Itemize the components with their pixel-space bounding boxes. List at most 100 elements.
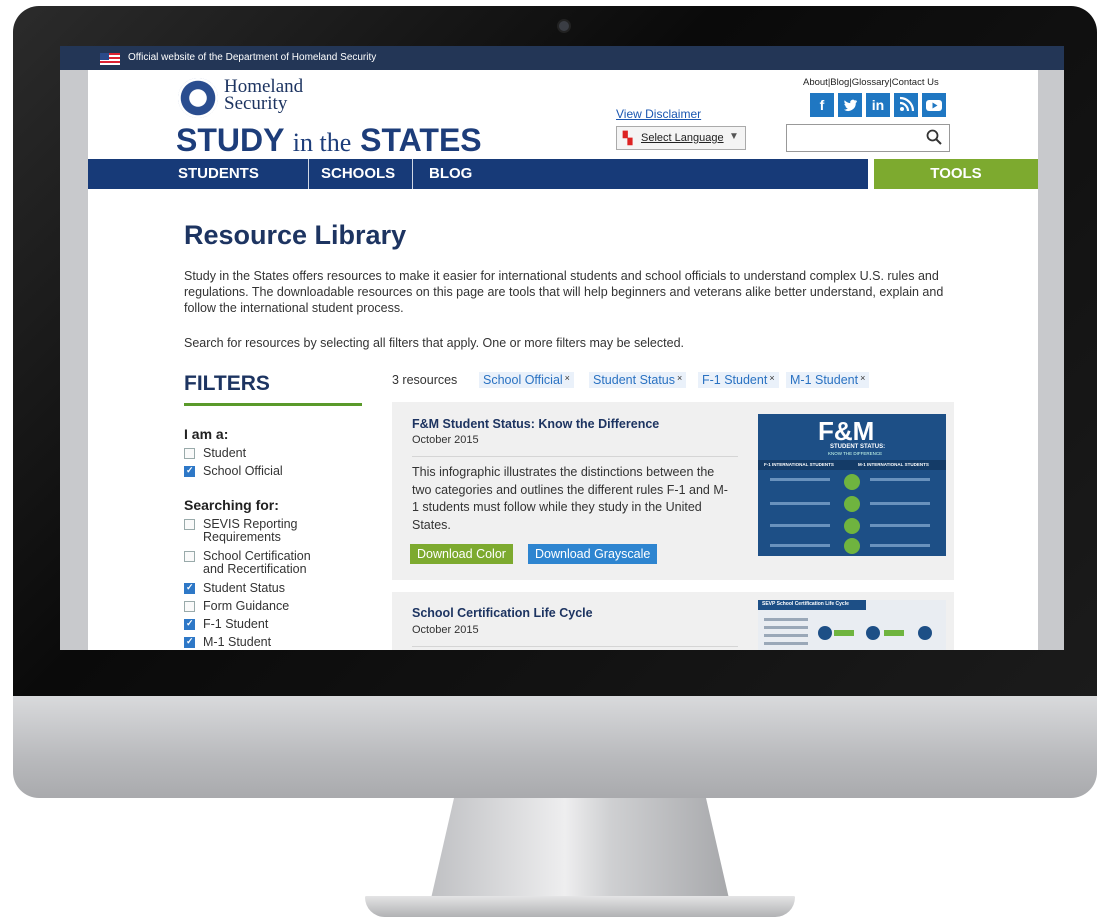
thumb-big-text: SEVP School Certification Life Cycle [762, 601, 849, 607]
nav-divider [412, 159, 413, 189]
agency-name[interactable]: Homeland Security [224, 77, 303, 114]
twitter-icon[interactable] [838, 93, 862, 117]
resource-date: October 2015 [412, 624, 479, 636]
checkbox[interactable] [184, 581, 195, 594]
download-grayscale-button[interactable]: Download Grayscale [528, 544, 658, 564]
thumb-text-line [870, 544, 930, 547]
thumb-text-line [764, 642, 808, 645]
search-input[interactable] [786, 124, 950, 152]
close-icon[interactable]: × [769, 373, 774, 383]
checkbox[interactable] [184, 601, 195, 612]
checkbox[interactable] [184, 519, 195, 530]
filter-hint: Search for resources by selecting all fi… [184, 336, 684, 350]
monitor-foot [365, 896, 795, 917]
thumb-circle-icon [844, 518, 860, 534]
filter-option-label: Student Status [203, 581, 286, 595]
active-filter-chip[interactable]: School Official × [479, 372, 574, 388]
filter-option-label: Student [203, 446, 247, 460]
filters-divider [184, 403, 362, 406]
utility-link-glossary[interactable]: Glossary [852, 77, 889, 88]
resource-thumbnail[interactable]: F&M STUDENT STATUS: KNOW THE DIFFERENCE … [758, 414, 946, 556]
utility-link-contact[interactable]: Contact Us [892, 77, 939, 88]
filter-option-label: School Official [203, 464, 283, 478]
filters-heading: FILTERS [184, 372, 270, 395]
resource-title[interactable]: F&M Student Status: Know the Difference [412, 417, 659, 431]
thumb-text-line [870, 502, 930, 505]
us-flag-icon [100, 53, 120, 65]
checkbox[interactable] [184, 448, 195, 459]
site-logo[interactable]: STUDY in the STATES [176, 122, 482, 159]
close-icon[interactable]: × [677, 373, 682, 383]
thumb-text-line [770, 524, 830, 527]
filter-option-label: SEVIS Reporting Requirements [203, 517, 298, 544]
agency-line-2: Security [224, 93, 288, 114]
thumb-circle-icon [844, 474, 860, 490]
nav-divider [308, 159, 309, 189]
thumb-text-line [770, 502, 830, 505]
facebook-icon[interactable]: f [810, 93, 834, 117]
monitor-chin [13, 696, 1097, 798]
close-icon[interactable]: × [860, 373, 865, 383]
thumb-text-line [764, 634, 808, 637]
language-select[interactable]: ▚ Select Language ▼ [616, 126, 746, 150]
language-select-label: Select Language [641, 132, 724, 144]
utility-link-about[interactable]: About [803, 77, 828, 88]
chip-label: M-1 Student [790, 373, 859, 387]
thumb-text-line [770, 478, 830, 481]
checkbox[interactable] [184, 635, 195, 648]
thumb-col1: F-1 INTERNATIONAL STUDENTS [764, 462, 834, 467]
chevron-down-icon: ▼ [729, 131, 739, 142]
utility-link-blog[interactable]: Blog [830, 77, 849, 88]
logo-inthe: in the [292, 128, 352, 157]
download-color-button[interactable]: Download Color [410, 544, 513, 564]
chip-label: F-1 Student [702, 373, 768, 387]
active-filter-chip[interactable]: Student Status × [589, 372, 687, 388]
view-disclaimer-link[interactable]: View Disclaimer [616, 107, 701, 121]
thumb-circle-icon [866, 626, 880, 640]
checkbox[interactable] [184, 464, 195, 477]
nav-blog[interactable]: BLOG [429, 159, 472, 189]
thumb-text-line [870, 524, 930, 527]
nav-schools[interactable]: SCHOOLS [321, 159, 395, 189]
thumb-text-line [770, 544, 830, 547]
thumb-col2: M-1 INTERNATIONAL STUDENTS [858, 462, 929, 467]
chip-label: School Official [483, 373, 563, 387]
resource-description: This infographic illustrates the distinc… [412, 465, 728, 532]
card-divider [412, 646, 738, 647]
active-filter-chip[interactable]: F-1 Student × [698, 372, 779, 388]
nav-tools[interactable]: TOOLS [874, 159, 1038, 189]
official-banner-text: Official website of the Department of Ho… [128, 52, 377, 63]
card-divider [412, 456, 738, 457]
youtube-icon[interactable] [922, 93, 946, 117]
filter-option-label: F-1 Student [203, 617, 269, 631]
result-count: 3 resources [392, 373, 458, 387]
resource-thumbnail[interactable]: SEVP School Certification Life Cycle [758, 600, 946, 650]
filter-option-label: M-1 Student [203, 635, 272, 649]
nav-students[interactable]: STUDENTS [178, 159, 259, 189]
checkbox[interactable] [184, 551, 195, 562]
logo-states: STATES [360, 122, 482, 158]
page-gutter-right [1038, 70, 1064, 650]
official-banner: Official website of the Department of Ho… [60, 46, 1064, 70]
resource-card: F&M Student Status: Know the Difference … [392, 402, 954, 580]
linkedin-icon[interactable]: in [866, 93, 890, 117]
thumb-text-line [870, 478, 930, 481]
intro-text: Study in the States offers resources to … [184, 269, 944, 315]
thumb-text-line [764, 626, 808, 629]
checkbox[interactable] [184, 617, 195, 630]
monitor-stand [430, 798, 730, 903]
search-icon[interactable] [925, 128, 943, 146]
thumb-arrow [834, 630, 854, 636]
camera-icon [557, 19, 571, 33]
rss-icon[interactable] [894, 93, 918, 117]
filter-option-label: School Certification and Recertification [203, 549, 311, 576]
chip-label: Student Status [593, 373, 676, 387]
close-icon[interactable]: × [565, 373, 570, 383]
dhs-seal-icon[interactable] [178, 78, 218, 118]
thumb-circle-icon [844, 538, 860, 554]
google-translate-icon: ▚ [623, 131, 633, 145]
resource-title[interactable]: School Certification Life Cycle [412, 606, 593, 620]
page-gutter-left [60, 70, 88, 650]
resource-date: October 2015 [412, 434, 479, 446]
active-filter-chip[interactable]: M-1 Student × [786, 372, 870, 388]
